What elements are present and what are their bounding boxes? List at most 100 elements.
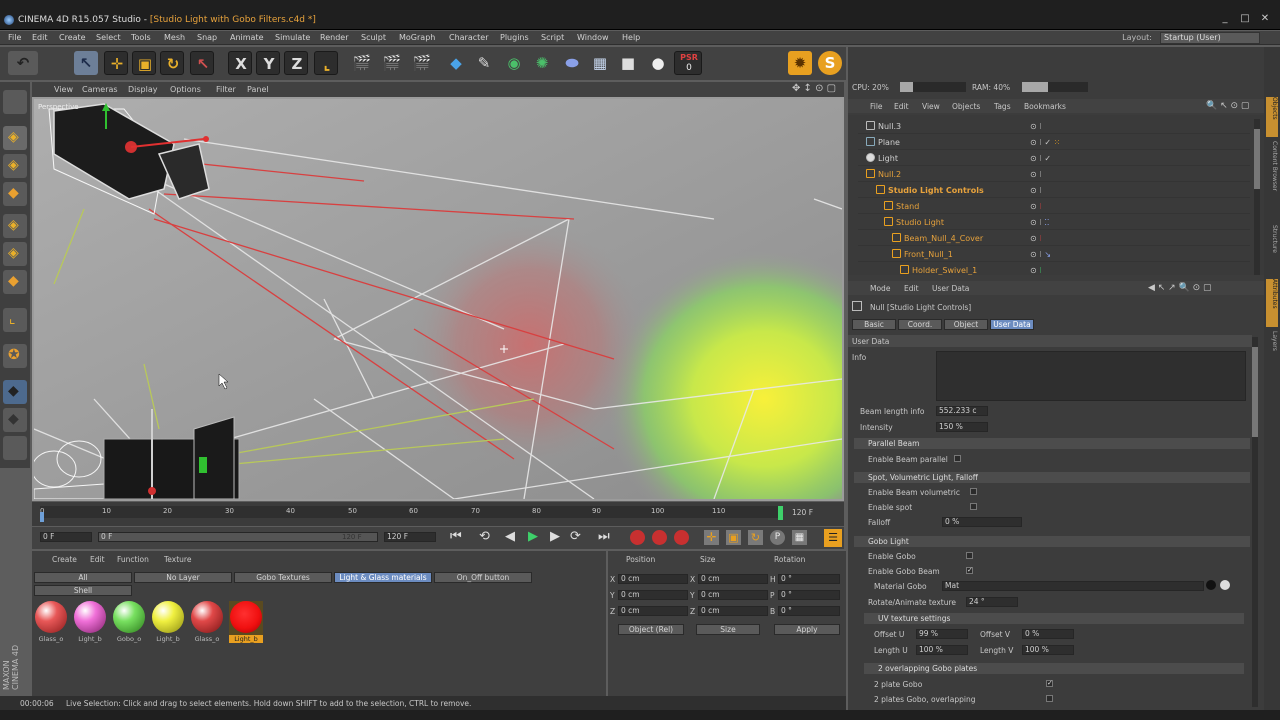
viewport-menu-view[interactable]: View [54, 85, 73, 94]
enable-gobo-beam-checkbox[interactable]: ✓ [966, 567, 973, 574]
visibility-dots[interactable]: ⊙ ⁝ ✓ [1030, 154, 1051, 163]
om-menu-file[interactable]: File [870, 102, 883, 111]
layer-tab-on-off-button[interactable]: On_Off button [434, 572, 532, 583]
material-menu-edit[interactable]: Edit [90, 555, 105, 564]
object-row[interactable]: Front_Null_1 ⊙ ⁝ ↘ [858, 247, 1250, 262]
visibility-dots[interactable]: ⊙ ⁝ ⁚⁚ [1030, 218, 1049, 227]
two-plate-gobo-checkbox[interactable]: ✓ [1046, 680, 1053, 687]
timeline-layout-button[interactable]: ☰ [824, 529, 842, 547]
psr-button[interactable]: PSR 0 [674, 51, 702, 75]
current-frame-field[interactable]: 0 F [40, 532, 92, 542]
object-row[interactable]: Light ⊙ ⁝ ✓ [858, 151, 1250, 166]
side-tab-content-browser[interactable]: Content Browser [1266, 141, 1278, 221]
layout-dropdown[interactable]: Startup (User) [1160, 32, 1260, 44]
layer-tab-shell[interactable]: Shell [34, 585, 132, 596]
menu-plugins[interactable]: Plugins [500, 33, 529, 42]
visibility-dots[interactable]: ⊙ ⁝ [1030, 234, 1042, 243]
render-view-button[interactable]: 🎬 [350, 51, 374, 75]
offset-v-field[interactable]: 0 % [1022, 629, 1074, 639]
attributes-scrollbar[interactable] [1252, 337, 1258, 707]
move-tool-button[interactable]: ✛ [104, 51, 128, 75]
menu-help[interactable]: Help [622, 33, 640, 42]
position-key-button[interactable]: ✛ [704, 530, 719, 545]
om-menu-view[interactable]: View [922, 102, 940, 111]
material-menu-create[interactable]: Create [52, 555, 77, 564]
material-swatch[interactable]: Glass_o [34, 601, 68, 643]
parameter-key-button[interactable]: P [770, 530, 785, 545]
minimize-button[interactable]: _ [1216, 12, 1234, 26]
tweak-mode-button[interactable]: ✪ [3, 344, 27, 368]
material-swatch[interactable]: Light_b [151, 601, 185, 643]
last-tool-button[interactable]: ↖ [190, 51, 214, 75]
layer-tab-light-glass[interactable]: Light & Glass materials [334, 572, 432, 583]
viewport-menu-display[interactable]: Display [128, 85, 158, 94]
size-z-field[interactable]: 0 cm [698, 606, 768, 616]
axis-mode-button[interactable]: ⌞ [3, 308, 27, 332]
z-axis-lock-button[interactable]: Z [284, 51, 308, 75]
position-x-field[interactable]: 0 cm [618, 574, 688, 584]
material-swatch-selected[interactable]: Light_b [229, 601, 263, 643]
step-forward-button[interactable]: ▶ [550, 529, 566, 545]
am-menu-mode[interactable]: Mode [870, 284, 890, 293]
menu-file[interactable]: File [8, 33, 21, 42]
attr-tab-basic[interactable]: Basic [852, 319, 896, 330]
menu-window[interactable]: Window [577, 33, 609, 42]
rotate-texture-field[interactable]: 24 ° [966, 597, 1018, 607]
size-y-field[interactable]: 0 cm [698, 590, 768, 600]
material-menu-function[interactable]: Function [117, 555, 149, 564]
visibility-dots[interactable]: ⊙ ⁝ [1030, 266, 1042, 275]
undo-button[interactable]: ↶ [8, 51, 38, 75]
polygons-mode-button[interactable]: ◆ [3, 270, 27, 294]
length-u-field[interactable]: 100 % [916, 645, 968, 655]
make-editable-button[interactable] [3, 90, 27, 114]
gobo-light-section[interactable]: Gobo Light [854, 536, 1250, 547]
keyframe-selection-button[interactable] [674, 530, 689, 545]
pen-spline-button[interactable]: ✎ [472, 51, 496, 75]
beam-length-field[interactable]: 552.233 c [936, 406, 988, 416]
close-button[interactable]: ✕ [1256, 12, 1274, 26]
step-back-button[interactable]: ◀ [505, 529, 521, 545]
max-frame-field[interactable]: 120 F [384, 532, 436, 542]
attr-tab-user-data[interactable]: User Data [990, 319, 1034, 330]
workplane-lock-button[interactable]: ◆ [3, 408, 27, 432]
position-z-field[interactable]: 0 cm [618, 606, 688, 616]
timeline-end-marker[interactable] [778, 506, 783, 520]
preview-range-slider[interactable]: 0 F [98, 532, 378, 542]
light-button[interactable]: ● [646, 51, 670, 75]
timeline-ruler[interactable]: 0 10 20 30 40 50 60 70 80 90 100 110 120… [32, 502, 844, 526]
object-row[interactable]: Holder_Swivel_1 ⊙ ⁝ [858, 263, 1250, 275]
overlapping-gobo-checkbox[interactable] [1046, 695, 1053, 702]
enable-beam-parallel-checkbox[interactable] [954, 455, 961, 462]
scale-key-button[interactable]: ▣ [726, 530, 741, 545]
viewport-menu-panel[interactable]: Panel [247, 85, 269, 94]
attr-tab-coord[interactable]: Coord. [898, 319, 942, 330]
paint-button[interactable] [3, 436, 27, 460]
clear-link-icon[interactable] [1220, 580, 1230, 590]
apply-button[interactable]: Apply [774, 624, 840, 635]
playhead-start[interactable] [40, 512, 44, 522]
layer-tab-gobo-textures[interactable]: Gobo Textures [234, 572, 332, 583]
size-mode-dropdown[interactable]: Size [696, 624, 760, 635]
object-row[interactable]: Null.2 ⊙ ⁝ [858, 167, 1250, 182]
go-to-start-button[interactable]: ⏮ [450, 529, 466, 545]
uv-texture-settings-section[interactable]: UV texture settings [864, 613, 1244, 624]
viewport-menu-cameras[interactable]: Cameras [82, 85, 118, 94]
coordinate-system-button[interactable]: ⌞ [314, 51, 338, 75]
y-axis-lock-button[interactable]: Y [256, 51, 280, 75]
go-to-next-key-button[interactable]: ⟳ [570, 529, 586, 545]
enable-beam-volumetric-checkbox[interactable] [970, 488, 977, 495]
x-axis-lock-button[interactable]: X [228, 51, 252, 75]
material-swatch[interactable]: Light_b [73, 601, 107, 643]
intensity-field[interactable]: 150 % [936, 422, 988, 432]
object-row[interactable]: Plane ⊙ ⁝ ✓ ⁙ [858, 135, 1250, 150]
layer-tab-no-layer[interactable]: No Layer [134, 572, 232, 583]
menu-simulate[interactable]: Simulate [275, 33, 310, 42]
visibility-dots[interactable]: ⊙ ⁝ [1030, 170, 1042, 179]
menu-script[interactable]: Script [541, 33, 564, 42]
menu-animate[interactable]: Animate [230, 33, 264, 42]
menu-edit[interactable]: Edit [32, 33, 48, 42]
material-gobo-link-field[interactable]: Mat [942, 581, 1204, 591]
spot-volumetric-section[interactable]: Spot, Volumetric Light, Falloff [854, 472, 1250, 483]
visibility-dots[interactable]: ⊙ ⁝ [1030, 202, 1042, 211]
falloff-field[interactable]: 0 % [942, 517, 1022, 527]
